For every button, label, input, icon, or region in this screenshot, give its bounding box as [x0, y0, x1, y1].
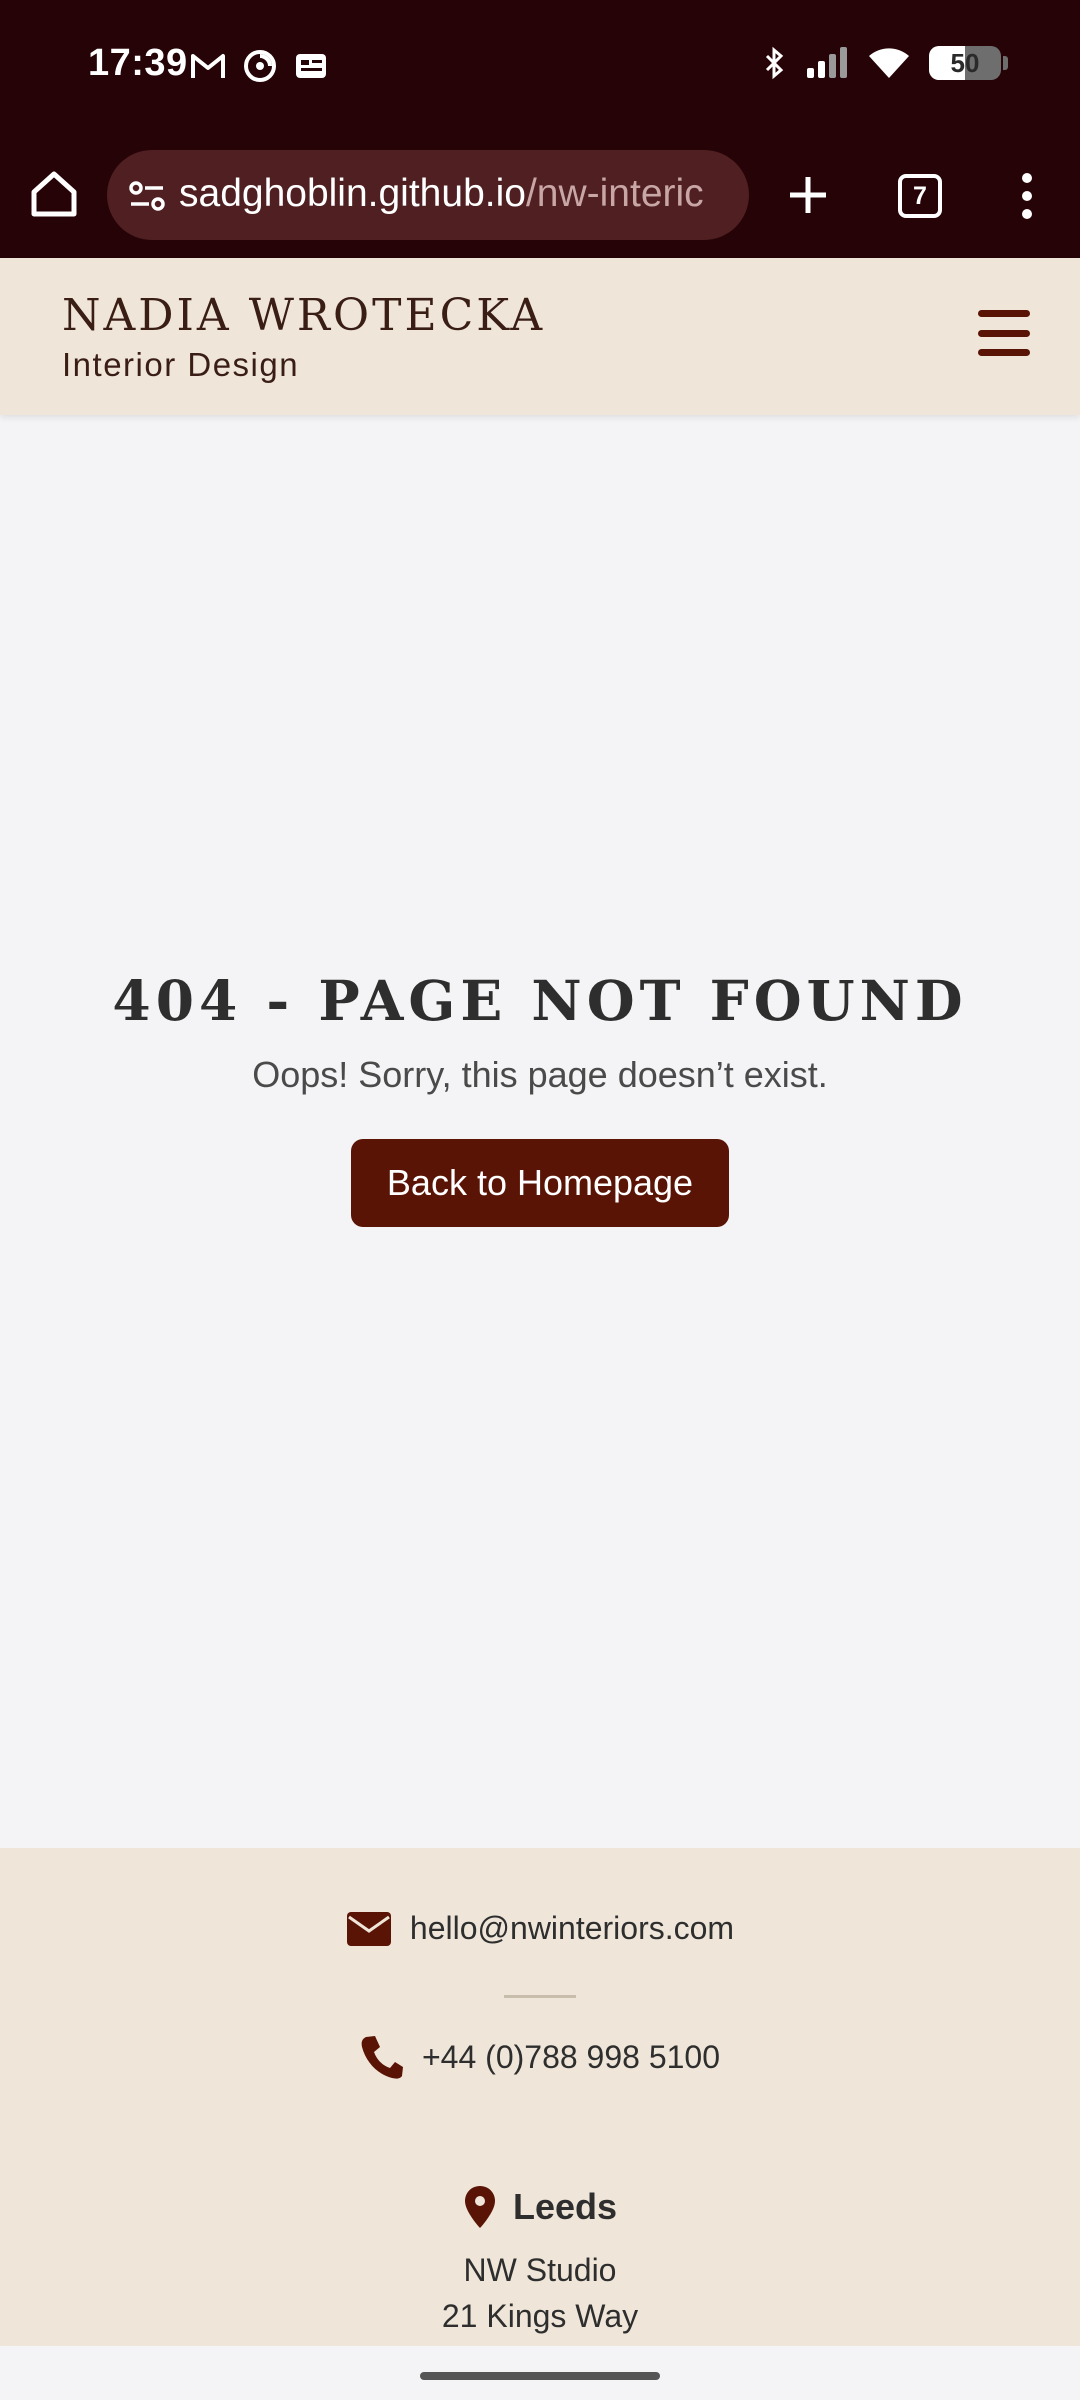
browser-toolbar: sadghoblin.github.io/nw-interic 7: [0, 132, 1080, 258]
page-title: 404 - PAGE NOT FOUND: [112, 968, 968, 1033]
footer-email-row[interactable]: hello@nwinteriors.com: [0, 1910, 1080, 1947]
home-icon[interactable]: [28, 168, 80, 220]
tab-count: 7: [913, 181, 927, 210]
tabs-icon[interactable]: 7: [898, 174, 942, 218]
location-pin-icon: [464, 2186, 495, 2228]
footer-location-row: Leeds: [0, 2184, 1080, 2230]
url-host: sadghoblin.github.io: [179, 172, 526, 215]
brand-name[interactable]: NADIA WROTECKA: [62, 290, 545, 341]
envelope-icon: [346, 1911, 391, 1946]
footer-street: 21 Kings Way: [441, 2298, 639, 2334]
status-system-icons: 50: [763, 46, 1008, 80]
status-notification-icons: [190, 48, 328, 84]
main-content: 404 - PAGE NOT FOUND Oops! Sorry, this p…: [0, 418, 1080, 1848]
hamburger-icon[interactable]: [978, 310, 1030, 356]
news-app-icon: [296, 54, 326, 78]
sync-app-icon: [244, 50, 276, 82]
signal-icon: [807, 47, 847, 78]
footer-divider: [504, 1995, 576, 1998]
brand-tagline: Interior Design: [62, 346, 300, 383]
gesture-handle[interactable]: [420, 2372, 660, 2380]
back-to-homepage-button[interactable]: Back to Homepage: [351, 1139, 729, 1227]
url-path: /nw-interic: [525, 172, 704, 215]
navigation-gesture-area: [0, 2346, 1080, 2400]
battery-level: 50: [950, 47, 980, 78]
footer-studio: NW Studio: [463, 2252, 617, 2288]
footer-phone-row[interactable]: +44 (0)788 998 5100: [0, 2034, 1080, 2080]
site-settings-icon[interactable]: [127, 176, 167, 216]
bluetooth-icon: [765, 46, 784, 80]
phone-icon: [361, 2036, 403, 2079]
battery-indicator: 50: [929, 46, 1001, 80]
url-text[interactable]: sadghoblin.github.io/nw-interic: [179, 172, 704, 216]
address-bar[interactable]: sadghoblin.github.io/nw-interic: [107, 150, 749, 240]
more-vert-icon[interactable]: [1010, 170, 1044, 222]
status-bar: 17:39 50: [0, 0, 1080, 132]
footer-city: Leeds: [512, 2186, 618, 2227]
wifi-icon: [869, 48, 909, 78]
site-footer: hello@nwinteriors.com +44 (0)788 998 510…: [0, 1848, 1080, 2346]
error-message: Oops! Sorry, this page doesn’t exist.: [252, 1054, 828, 1095]
status-time: 17:39: [88, 42, 188, 84]
plus-icon[interactable]: [784, 166, 832, 224]
footer-phone[interactable]: +44 (0)788 998 5100: [422, 2039, 720, 2076]
footer-email[interactable]: hello@nwinteriors.com: [410, 1910, 734, 1947]
site-header: NADIA WROTECKA Interior Design: [0, 258, 1080, 415]
gmail-icon: [191, 54, 225, 78]
